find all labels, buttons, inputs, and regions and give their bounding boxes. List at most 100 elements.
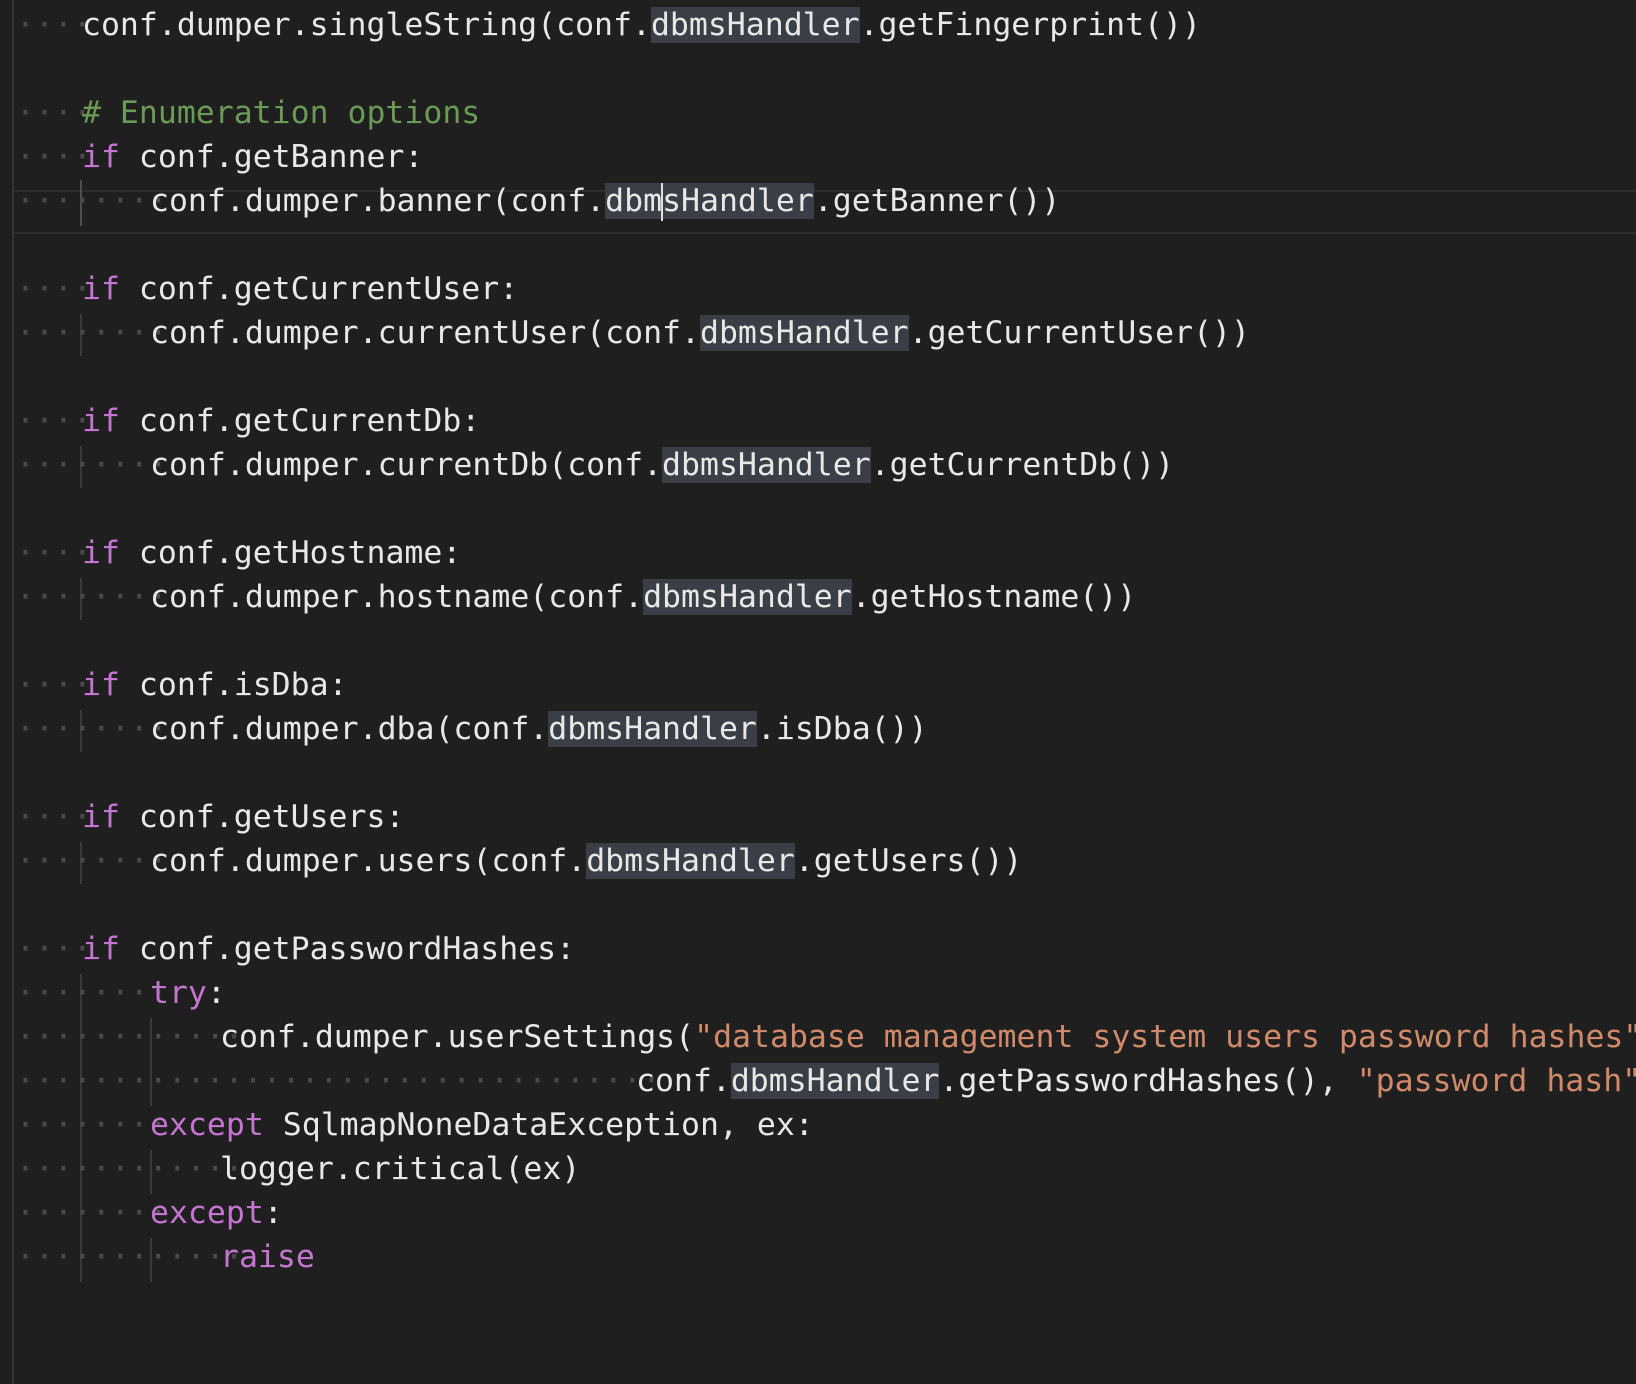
word-highlight: dbmsHandler: [643, 579, 852, 615]
word-highlight: dbmsHandler: [662, 447, 871, 483]
word-highlight: dbmsHandler: [650, 7, 860, 43]
code-segment: conf.dumper.hostname(conf.: [150, 579, 644, 615]
comment: # Enumeration options: [82, 95, 481, 131]
code-text: if conf.getCurrentDb:: [82, 398, 480, 444]
code-line-29[interactable]: ············ raise: [0, 1234, 1636, 1280]
code-text: if conf.isDba:: [82, 662, 348, 708]
indent-dots: ····: [16, 403, 92, 439]
code-text: if conf.getPasswordHashes:: [82, 926, 575, 972]
indent-dots: ········: [16, 711, 168, 747]
keyword: raise: [220, 1239, 315, 1275]
code-line-25[interactable]: ···································· con…: [0, 1058, 1636, 1104]
code-line-1[interactable]: ···· conf.dumper.singleString(conf.dbmsH…: [0, 2, 1636, 48]
keyword: if: [82, 931, 120, 967]
code-line-27[interactable]: ············ logger.critical(ex): [0, 1146, 1636, 1192]
code-segment: conf.getCurrentDb:: [119, 403, 481, 439]
word-highlight: dbmsHandler: [699, 315, 909, 351]
keyword: if: [82, 403, 120, 439]
code-segment: conf.dumper.users(conf.: [150, 843, 587, 879]
code-line-5[interactable]: ········ conf.dumper.banner(conf.dbmsHan…: [0, 178, 1636, 224]
indent-dots: ········: [16, 843, 168, 879]
indent-dots: ····: [16, 931, 92, 967]
code-text: try:: [150, 970, 226, 1016]
code-text: if conf.getCurrentUser:: [82, 266, 518, 312]
code-text: if conf.getUsers:: [82, 794, 404, 840]
code-segment: conf.getUsers:: [119, 799, 405, 835]
code-text: conf.dumper.users(conf.dbmsHandler.getUs…: [150, 838, 1022, 884]
code-segment: .getCurrentUser()): [908, 315, 1250, 351]
indent-dots: ············: [16, 1151, 244, 1187]
code-segment: conf.dumper.userSettings(: [220, 1019, 695, 1055]
indent-dots: ····: [16, 535, 92, 571]
indent-dots: ········: [16, 579, 168, 615]
code-text: logger.critical(ex): [220, 1151, 581, 1187]
keyword: if: [82, 667, 120, 703]
word-highlight: dbmsHandler: [586, 843, 795, 879]
code-line-16[interactable]: ···· if conf.isDba:: [0, 662, 1636, 708]
code-segment: conf.getHostname:: [119, 535, 462, 571]
indent-dots: ····: [16, 667, 92, 703]
code-segment: .getUsers()): [794, 843, 1023, 879]
code-text: conf.dumper.singleString(conf.dbmsHandle…: [82, 2, 1201, 48]
code-line-17[interactable]: ········ conf.dumper.dba(conf.dbmsHandle…: [0, 706, 1636, 752]
code-text: conf.dbmsHandler.getPasswordHashes(), "p…: [636, 1058, 1636, 1104]
code-segment: .getBanner()): [813, 183, 1061, 219]
code-segment: conf.getCurrentUser:: [119, 271, 519, 307]
code-segment: .getHostname()): [851, 579, 1137, 615]
keyword: if: [82, 799, 120, 835]
code-segment: conf.dumper.currentUser(conf.: [150, 315, 700, 351]
code-segment: :: [263, 1195, 283, 1231]
code-line-24[interactable]: ············ conf.dumper.userSettings("d…: [0, 1014, 1636, 1060]
code-segment: SqlmapNoneDataException, ex:: [263, 1107, 814, 1143]
word-highlight: dbmsHandler: [605, 183, 814, 221]
code-text: if conf.getHostname:: [82, 530, 461, 576]
code-segment: :: [206, 975, 226, 1011]
code-segment: conf.getPasswordHashes:: [119, 931, 576, 967]
code-line-28[interactable]: ········ except:: [0, 1190, 1636, 1236]
code-text: conf.dumper.currentUser(conf.dbmsHandler…: [150, 310, 1250, 356]
code-line-14[interactable]: ········ conf.dumper.hostname(conf.dbmsH…: [0, 574, 1636, 620]
code-segment: conf.dumper.currentDb(conf.: [150, 447, 663, 483]
code-text: conf.dumper.banner(conf.dbmsHandler.getB…: [150, 178, 1060, 224]
code-line-20[interactable]: ········ conf.dumper.users(conf.dbmsHand…: [0, 838, 1636, 884]
code-segment: .getFingerprint()): [859, 7, 1201, 43]
code-segment: conf.isDba:: [119, 667, 348, 703]
code-line-26[interactable]: ········ except SqlmapNoneDataException,…: [0, 1102, 1636, 1148]
code-text: if conf.getBanner:: [82, 134, 423, 180]
code-editor[interactable]: ···· conf.dumper.singleString(conf.dbmsH…: [0, 0, 1636, 1384]
code-line-3[interactable]: ···· # Enumeration options: [0, 90, 1636, 136]
code-line-7[interactable]: ···· if conf.getCurrentUser:: [0, 266, 1636, 312]
code-segment: conf.getBanner:: [119, 139, 424, 175]
keyword: if: [82, 535, 120, 571]
code-text: conf.dumper.currentDb(conf.dbmsHandler.g…: [150, 442, 1174, 488]
keyword: except: [150, 1195, 264, 1231]
code-line-13[interactable]: ···· if conf.getHostname:: [0, 530, 1636, 576]
code-text: conf.dumper.dba(conf.dbmsHandler.isDba()…: [150, 706, 928, 752]
keyword: except: [150, 1107, 264, 1143]
code-text: conf.dumper.hostname(conf.dbmsHandler.ge…: [150, 574, 1136, 620]
word-highlight: dbmsHandler: [548, 711, 757, 747]
keyword: try: [150, 975, 207, 1011]
indent-dots: ····: [16, 139, 92, 175]
indent-dots: ········: [16, 447, 168, 483]
code-line-8[interactable]: ········ conf.dumper.currentUser(conf.db…: [0, 310, 1636, 356]
indent-dots: ····: [16, 271, 92, 307]
code-line-22[interactable]: ···· if conf.getPasswordHashes:: [0, 926, 1636, 972]
code-line-11[interactable]: ········ conf.dumper.currentDb(conf.dbms…: [0, 442, 1636, 488]
code-line-19[interactable]: ···· if conf.getUsers:: [0, 794, 1636, 840]
indent-dots: ········: [16, 975, 168, 1011]
code-segment: conf.: [636, 1063, 731, 1099]
word-highlight-part: sHandler: [662, 183, 814, 219]
code-line-10[interactable]: ···· if conf.getCurrentDb:: [0, 398, 1636, 444]
indent-dots: ········: [16, 183, 168, 219]
code-segment: conf.dumper.singleString(conf.: [82, 7, 651, 43]
code-segment: conf.dumper.dba(conf.: [150, 711, 549, 747]
code-text: except SqlmapNoneDataException, ex:: [150, 1102, 814, 1148]
word-highlight-part: dbm: [605, 183, 663, 219]
code-line-23[interactable]: ········ try:: [0, 970, 1636, 1016]
string-literal: "database management system users passwo…: [694, 1019, 1636, 1055]
indent-dots: ····: [16, 7, 92, 43]
code-segment: .isDba()): [756, 711, 928, 747]
code-line-4[interactable]: ···· if conf.getBanner:: [0, 134, 1636, 180]
code-segment: conf.dumper.banner(conf.: [150, 183, 606, 219]
